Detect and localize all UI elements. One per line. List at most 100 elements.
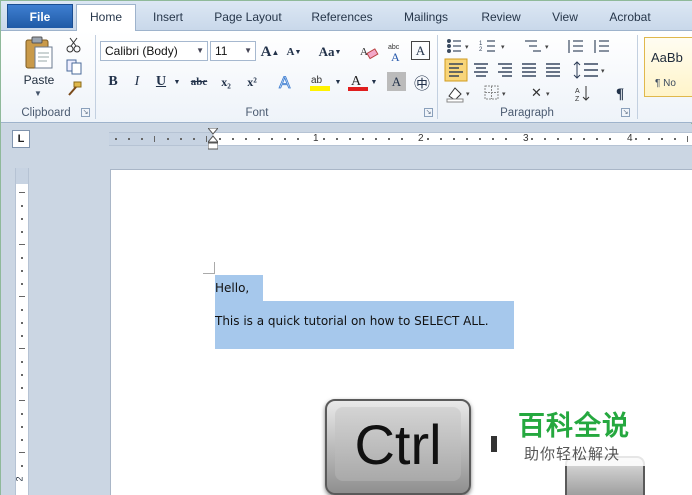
ruler-number: 2: [418, 133, 424, 144]
paste-dropdown-icon[interactable]: ▼: [34, 89, 42, 98]
ruler-dot: [427, 138, 429, 140]
svg-text:A: A: [279, 73, 291, 92]
tab-home[interactable]: Home: [76, 4, 136, 32]
enclose-characters-icon[interactable]: ㊥: [411, 71, 433, 93]
ruler-dot: [453, 138, 455, 140]
ruler-tick: [19, 296, 25, 297]
underline-button[interactable]: U: [150, 71, 172, 93]
crop-mark: [214, 262, 215, 274]
superscript-button[interactable]: x²: [241, 71, 263, 93]
ruler-dot: [583, 138, 585, 140]
ruler-dot: [570, 138, 572, 140]
phonetic-guide-icon[interactable]: abc A: [385, 41, 407, 63]
format-painter-icon[interactable]: [65, 81, 83, 97]
shading-border-sort-tools[interactable]: ▾ ▾ ✕ ▾ A Z: [445, 83, 635, 103]
tab-view[interactable]: View: [541, 5, 589, 29]
highlight-dropdown-icon[interactable]: ▼: [333, 71, 343, 93]
tab-review[interactable]: Review: [471, 5, 531, 29]
font-size-select[interactable]: 11 ▼: [210, 41, 256, 61]
bold-button[interactable]: B: [102, 71, 124, 93]
highlight-color-icon[interactable]: ab: [309, 71, 333, 93]
tab-page-layout[interactable]: Page Layout: [205, 5, 291, 29]
ruler-dot: [362, 138, 364, 140]
tab-acrobat[interactable]: Acrobat: [599, 5, 661, 29]
cut-icon[interactable]: [65, 37, 83, 53]
style-sample-text: AaBb: [651, 50, 683, 65]
paragraph-list-tools: 1 2 ▾ ▾ ▾: [446, 38, 609, 54]
ruler-dot: [674, 138, 676, 140]
text-effects-icon[interactable]: A: [277, 72, 299, 92]
indent-marker-icon[interactable]: [208, 128, 218, 150]
ruler-dot: [284, 138, 286, 140]
grow-font-button[interactable]: A ▲: [259, 41, 281, 63]
ruler-number: 4: [627, 133, 633, 144]
ruler-margin: [109, 133, 213, 145]
tab-selector-button[interactable]: L: [12, 130, 30, 148]
ruler-dot: [323, 138, 325, 140]
ruler-dot: [21, 387, 23, 389]
copy-icon[interactable]: [65, 59, 83, 75]
svg-text:▾: ▾: [501, 44, 505, 51]
font-color-dropdown-icon[interactable]: ▼: [369, 71, 379, 93]
divider: [437, 35, 438, 119]
underline-dropdown-icon[interactable]: ▼: [172, 71, 182, 93]
svg-text:▾: ▾: [545, 44, 549, 51]
tab-references[interactable]: References: [301, 5, 383, 29]
svg-text:A: A: [360, 46, 368, 58]
font-color-icon[interactable]: A: [347, 71, 369, 93]
ruler-dot: [21, 361, 23, 363]
ctrl-key-label: Ctrl: [335, 407, 461, 481]
strikethrough-button[interactable]: abc: [187, 71, 211, 93]
svg-text:▾: ▾: [465, 44, 469, 51]
plus-sign-icon: [491, 436, 497, 452]
svg-text:▾: ▾: [466, 91, 470, 98]
ruler-dot: [297, 138, 299, 140]
character-border-icon[interactable]: A: [411, 41, 430, 60]
tab-insert[interactable]: Insert: [141, 5, 195, 29]
font-launcher-icon[interactable]: ↘: [424, 108, 433, 117]
paragraph-group-label: Paragraph: [500, 107, 554, 119]
ruler-margin: [16, 168, 28, 184]
clipboard-launcher-icon[interactable]: ↘: [81, 108, 90, 117]
svg-text:▾: ▾: [502, 91, 506, 98]
ribbon-home: Paste ▼ Clipboard ↘ Calibri (Body) ▼ 11 …: [1, 31, 692, 123]
tab-file[interactable]: File: [7, 4, 73, 28]
subscript-button[interactable]: x₂: [215, 71, 237, 93]
ruler-dot: [258, 138, 260, 140]
ruler-tick: [19, 244, 25, 245]
ruler-dot: [21, 413, 23, 415]
italic-button[interactable]: I: [126, 71, 148, 93]
clear-formatting-icon[interactable]: A: [359, 42, 379, 62]
svg-text:ab: ab: [311, 75, 323, 86]
ruler-tick: [19, 400, 25, 401]
ruler-tick: [206, 136, 207, 142]
change-case-button[interactable]: Aa ▼: [315, 41, 345, 63]
tab-mailings[interactable]: Mailings: [393, 5, 459, 29]
ruler-dot: [635, 138, 637, 140]
character-shading-icon[interactable]: A: [387, 72, 406, 91]
selected-text-line-2[interactable]: This is a quick tutorial on how to SELEC…: [215, 301, 514, 349]
paste-icon[interactable]: [23, 35, 55, 71]
paragraph-launcher-icon[interactable]: ↘: [621, 108, 630, 117]
ruler-dot: [21, 205, 23, 207]
ruler-dot: [544, 138, 546, 140]
shrink-font-button[interactable]: A ▼: [283, 41, 305, 63]
ruler-dot: [401, 138, 403, 140]
ruler-dot: [492, 138, 494, 140]
paste-button[interactable]: Paste: [17, 73, 61, 87]
svg-text:A: A: [351, 74, 362, 89]
show-hide-marks-button[interactable]: ¶: [609, 83, 631, 105]
svg-text:✕: ✕: [531, 85, 542, 100]
font-name-select[interactable]: Calibri (Body) ▼: [100, 41, 208, 61]
svg-text:Z: Z: [575, 96, 580, 103]
chevron-down-icon: ▼: [244, 46, 252, 55]
svg-text:A: A: [391, 50, 400, 63]
style-normal-tile[interactable]: AaBb ¶ No: [644, 37, 692, 97]
font-size-value: 11: [215, 44, 228, 58]
selected-text-line-1[interactable]: Hello,: [215, 275, 263, 301]
alignment-buttons[interactable]: ▾: [444, 58, 632, 82]
vertical-ruler[interactable]: 2: [15, 168, 29, 495]
clipboard-group-label: Clipboard: [21, 107, 71, 119]
horizontal-ruler[interactable]: 1 2 3 4: [109, 132, 692, 146]
ruler-dot: [141, 138, 143, 140]
